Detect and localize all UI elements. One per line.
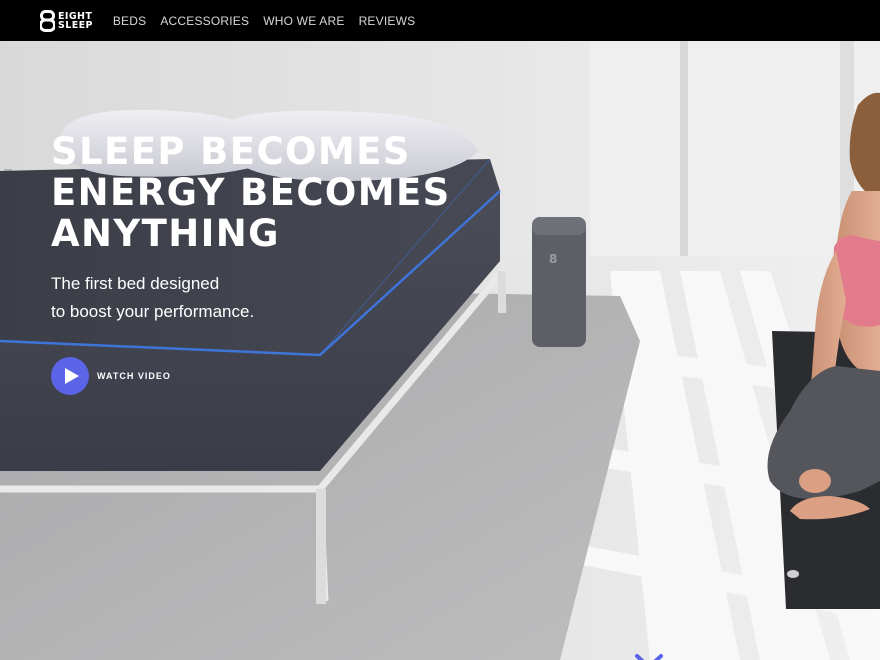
eight-sleep-logo[interactable]: EIGHT SLEEP [40,9,93,33]
logo-line-sleep: SLEEP [58,19,93,31]
logo-wordmark: EIGHT SLEEP [58,11,93,31]
play-icon [64,368,79,384]
svg-text:8: 8 [549,252,557,266]
subline-line-2: to boost your performance. [51,302,255,321]
headline-line-3: ANYTHING [51,212,280,255]
headline-line-2: ENERGY BECOMES [51,171,451,214]
nav-item-reviews[interactable]: REVIEWS [359,14,416,28]
hero-subheadline: The first bed designed to boost your per… [51,270,254,326]
watch-video-button[interactable]: WATCH VIDEO [51,357,171,395]
hero-section: 8 SLEEP BECOMES ENERGY BECOMES ANYTHING … [0,41,880,660]
nav-links: BEDS ACCESSORIES WHO WE ARE REVIEWS [113,14,429,28]
top-navigation: EIGHT SLEEP BEDS ACCESSORIES WHO WE ARE … [0,0,880,41]
hero-headline: SLEEP BECOMES ENERGY BECOMES ANYTHING [51,131,471,254]
watch-video-label: WATCH VIDEO [97,371,171,381]
play-button[interactable] [51,357,89,395]
subline-line-1: The first bed designed [51,274,220,293]
nav-item-accessories[interactable]: ACCESSORIES [160,14,249,28]
nav-item-who-we-are[interactable]: WHO WE ARE [263,14,344,28]
nav-item-beds[interactable]: BEDS [113,14,146,28]
chevron-down-icon[interactable] [634,652,664,660]
eight-logo-icon [40,9,55,32]
headline-line-1: SLEEP BECOMES [51,130,411,173]
